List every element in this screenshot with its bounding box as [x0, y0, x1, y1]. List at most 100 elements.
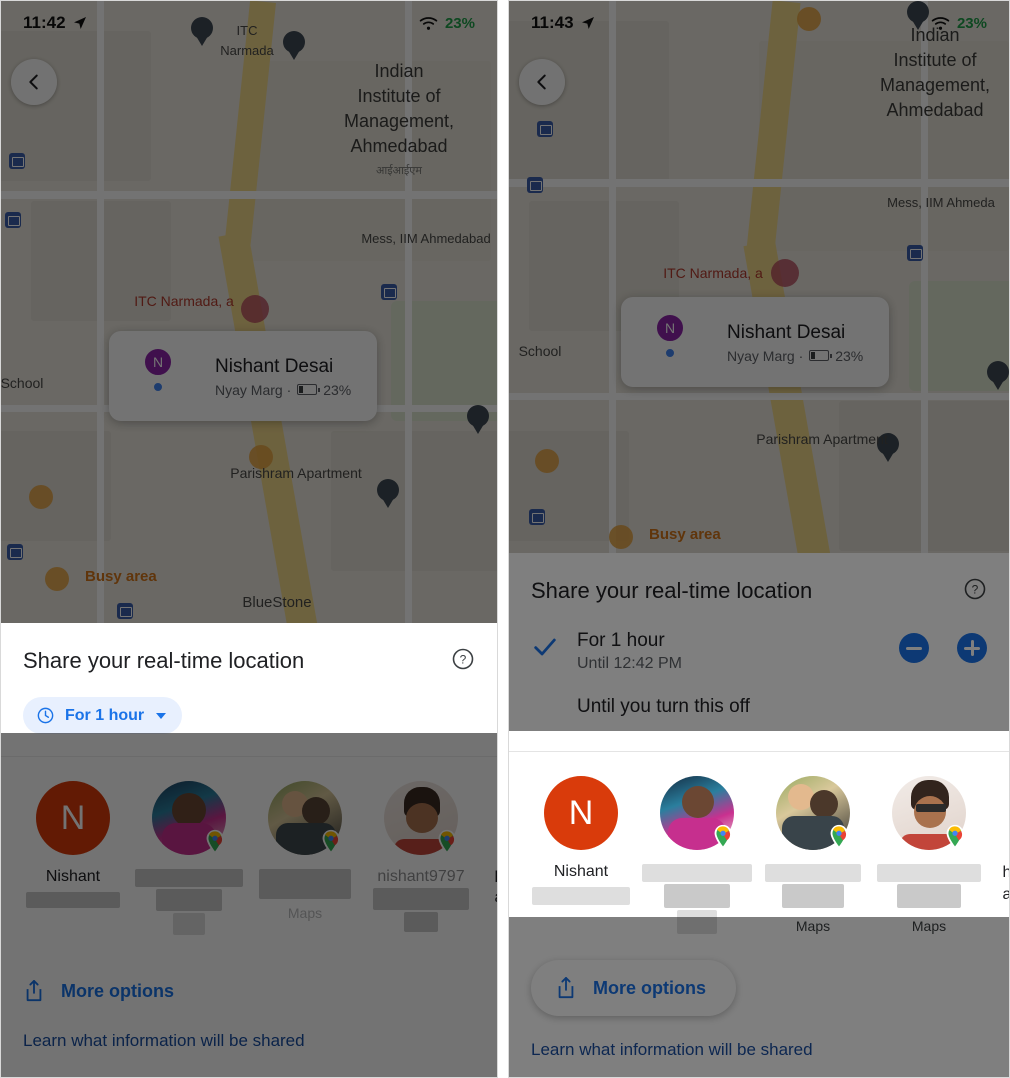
share-target-nishant[interactable]: N Nishant	[15, 781, 131, 908]
map-label-parishram: Parishram Apartment	[756, 431, 888, 447]
restaurant-pin[interactable]	[29, 485, 53, 509]
map-label-iim-local: आईआईएम	[376, 165, 422, 177]
redacted-text	[173, 913, 205, 935]
learn-more-link[interactable]: Learn what information will be shared	[531, 1024, 987, 1060]
redacted-text	[156, 889, 222, 911]
svg-text:?: ?	[460, 653, 467, 667]
person-name: Nishant Desai	[215, 355, 334, 377]
person-detail: Nyay Marg · 23%	[727, 348, 863, 364]
transit-icon[interactable]	[529, 509, 545, 525]
avatar: N	[655, 313, 685, 343]
share-target-sublabel: Maps	[911, 918, 947, 934]
busy-area-pin[interactable]	[45, 567, 69, 591]
person-location-marker: N	[635, 311, 709, 373]
map-label-school: School	[518, 343, 562, 359]
redacted-text	[259, 869, 351, 899]
panel-gap	[498, 0, 508, 1078]
person-street: Nyay Marg ·	[727, 347, 804, 364]
help-circle-icon[interactable]: ?	[963, 577, 987, 601]
redacted-text	[897, 884, 961, 908]
avatar	[384, 781, 458, 855]
back-button[interactable]	[519, 59, 565, 105]
map-pin[interactable]	[467, 405, 489, 435]
learn-more-link[interactable]: Learn what information will be shared	[23, 1015, 475, 1051]
screenshot-pair: Indian Institute of Management, Ahmedaba…	[0, 0, 1010, 1078]
busy-area-pin[interactable]	[609, 525, 633, 549]
battery-icon	[297, 384, 321, 395]
chevron-down-icon	[156, 712, 167, 719]
duration-stepper	[899, 629, 987, 663]
share-target-sublabel: Maps	[795, 918, 831, 934]
share-target-contact-3[interactable]: Maps	[755, 776, 871, 934]
map-pin[interactable]	[377, 479, 399, 509]
map-pin[interactable]	[987, 361, 1009, 391]
map-label-itc-narmada: ITC Narmada, a	[663, 265, 763, 281]
share-sheet-right: Share your real-time location ? For 1 ho…	[509, 553, 1009, 1077]
share-target-partial[interactable]: h a	[479, 781, 497, 907]
map-canvas-left[interactable]: Indian Institute of Management, Ahmedaba…	[1, 1, 497, 623]
share-target-contact-3[interactable]: Maps	[247, 781, 363, 921]
duration-option-until: Until 12:42 PM	[577, 655, 682, 672]
share-target-label: Nishant	[553, 863, 609, 880]
restaurant-pin[interactable]	[535, 449, 559, 473]
share-target-sublabel: Maps	[287, 905, 323, 921]
duration-chip[interactable]: For 1 hour	[23, 697, 183, 734]
share-upload-icon	[558, 977, 574, 999]
duration-option-label: For 1 hour	[577, 630, 665, 651]
back-button[interactable]	[11, 59, 57, 105]
redacted-text	[135, 869, 243, 887]
more-options-button[interactable]: More options	[531, 960, 736, 1016]
avatar	[152, 781, 226, 855]
check-icon	[534, 638, 556, 656]
share-target-partial[interactable]: h a	[987, 776, 1009, 904]
map-label-parishram: Parishram Apartment	[230, 465, 362, 481]
help-circle-icon[interactable]: ?	[451, 647, 475, 671]
transit-icon[interactable]	[9, 153, 25, 169]
share-target-contact-4[interactable]: nishant9797	[363, 781, 479, 932]
share-upload-icon	[26, 980, 42, 1002]
avatar: N	[544, 776, 618, 850]
transit-icon[interactable]	[907, 245, 923, 261]
person-battery: 23%	[835, 347, 864, 364]
map-canvas-right[interactable]: Indian Institute of Management, Ahmedaba…	[509, 1, 1009, 553]
transit-icon[interactable]	[5, 212, 21, 228]
back-chevron-icon	[537, 74, 546, 90]
transit-icon[interactable]	[537, 121, 553, 137]
minus-circle-icon[interactable]	[899, 633, 929, 663]
map-label-mess: Mess, IIM Ahmeda	[887, 195, 995, 210]
share-target-contact-4[interactable]: Maps	[871, 776, 987, 934]
share-target-nishant[interactable]: N Nishant	[523, 776, 639, 905]
person-street: Nyay Marg ·	[215, 381, 292, 398]
avatar	[776, 776, 850, 850]
sheet-footer-left: More options Learn what information will…	[1, 953, 497, 1077]
redacted-text	[664, 884, 730, 908]
back-chevron-icon	[29, 74, 38, 90]
transit-icon[interactable]	[117, 603, 133, 619]
google-maps-badge-icon	[322, 829, 340, 855]
duration-option-until-off[interactable]: Until you turn this off	[531, 683, 987, 735]
share-target-contact-2[interactable]	[639, 776, 755, 934]
duration-options-list: For 1 hour Until 12:42 PM Until you turn…	[509, 605, 1009, 741]
partial-text-line2: a	[495, 889, 497, 907]
plus-circle-icon[interactable]	[957, 633, 987, 663]
transit-icon[interactable]	[381, 284, 397, 300]
map-label-school: School	[1, 375, 44, 391]
map-label-iim: Indian Institute of Management, Ahmedaba…	[343, 61, 455, 156]
partial-text-line1: h	[1003, 864, 1009, 882]
google-maps-badge-icon	[946, 824, 964, 850]
duration-option-for-1-hour[interactable]: For 1 hour Until 12:42 PM	[531, 623, 987, 683]
share-target-contact-2[interactable]	[131, 781, 247, 935]
transit-icon[interactable]	[7, 544, 23, 560]
map-label-itc-narmada: ITC Narmada, a	[134, 293, 234, 309]
more-options-button[interactable]: More options	[23, 967, 174, 1015]
redacted-text	[765, 864, 861, 882]
restaurant-pin[interactable]	[797, 7, 821, 31]
shared-person-card[interactable]: N Nishant Desai Nyay Marg · 23%	[621, 297, 890, 387]
redacted-text	[26, 892, 120, 908]
transit-icon[interactable]	[527, 177, 543, 193]
phone-screenshot-right: Indian Institute of Management, Ahmedaba…	[508, 0, 1010, 1078]
phone-screenshot-left: Indian Institute of Management, Ahmedaba…	[0, 0, 498, 1078]
map-label-itc: ITC Narmada	[220, 23, 274, 58]
share-targets-strip-right: N Nishant Maps Maps	[509, 751, 1009, 952]
shared-person-card[interactable]: N Nishant Desai Nyay Marg · 23%	[109, 331, 378, 421]
